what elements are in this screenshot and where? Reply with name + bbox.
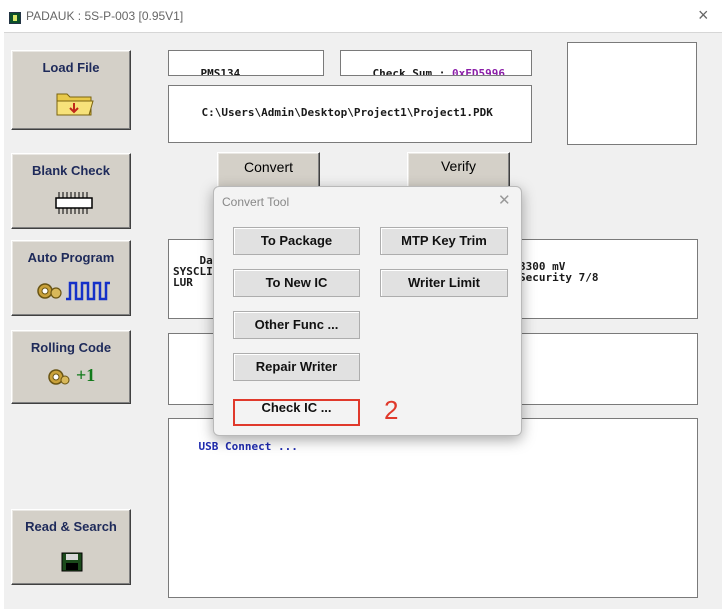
step-number-annotation: 2 xyxy=(384,395,399,425)
writer-limit-button[interactable]: Writer Limit xyxy=(380,269,508,297)
auto-program-button[interactable]: Auto Program xyxy=(11,240,131,316)
rolling-plus-text: +1 xyxy=(76,365,96,385)
app-icon xyxy=(9,12,21,24)
convert-tool-dialog: Convert Tool ✕ To Package MTP Key Trim T… xyxy=(213,186,522,436)
to-new-ic-button[interactable]: To New IC xyxy=(233,269,360,297)
checksum-value: 0xFD5996 xyxy=(451,67,505,76)
dialog-title: Convert Tool xyxy=(222,195,290,209)
floppy-disk-icon xyxy=(61,552,83,572)
file-path-field: C:\Users\Admin\Desktop\Project1\Project1… xyxy=(168,85,532,143)
gear-pulse-icon xyxy=(37,281,110,301)
convert-label: Convert xyxy=(243,159,294,175)
rolling-code-label: Rolling Code xyxy=(30,340,112,355)
repair-writer-button[interactable]: Repair Writer xyxy=(233,353,360,381)
rolling-code-button[interactable]: Rolling Code +1 xyxy=(11,330,131,404)
log-text: USB Connect ... xyxy=(198,440,298,453)
blank-check-label: Blank Check xyxy=(31,163,111,178)
checksum-field: Check Sum : 0xFD5996 xyxy=(340,50,532,76)
to-package-button[interactable]: To Package xyxy=(233,227,360,255)
read-search-label: Read & Search xyxy=(25,519,117,534)
title-bar: PADAUK : 5S-P-003 [0.95V1] × xyxy=(0,0,722,32)
dialog-close-icon[interactable]: ✕ xyxy=(498,191,511,209)
check-ic-highlight xyxy=(233,399,360,426)
info-right-text: 3300 mV Security 7/8 xyxy=(519,260,599,284)
other-func-button[interactable]: Other Func ... xyxy=(233,311,360,339)
chip-icon xyxy=(55,192,93,214)
auto-program-label: Auto Program xyxy=(27,250,115,265)
read-search-button[interactable]: Read & Search xyxy=(11,509,131,585)
blank-check-button[interactable]: Blank Check xyxy=(11,153,131,229)
folder-icon xyxy=(56,93,94,116)
ic-name-field[interactable]: PMS134 xyxy=(168,50,324,76)
close-icon[interactable]: × xyxy=(698,5,709,26)
log-output: USB Connect ... xyxy=(168,418,698,598)
gear-icon xyxy=(48,369,70,385)
window-title: PADAUK : 5S-P-003 [0.95V1] xyxy=(26,9,184,23)
load-file-button[interactable]: Load File xyxy=(11,50,131,130)
mtp-key-trim-button[interactable]: MTP Key Trim xyxy=(380,227,508,255)
verify-label: Verify xyxy=(440,158,476,174)
checksum-label: Check Sum : xyxy=(372,67,452,76)
load-file-label: Load File xyxy=(42,60,100,75)
status-panel xyxy=(567,42,697,145)
